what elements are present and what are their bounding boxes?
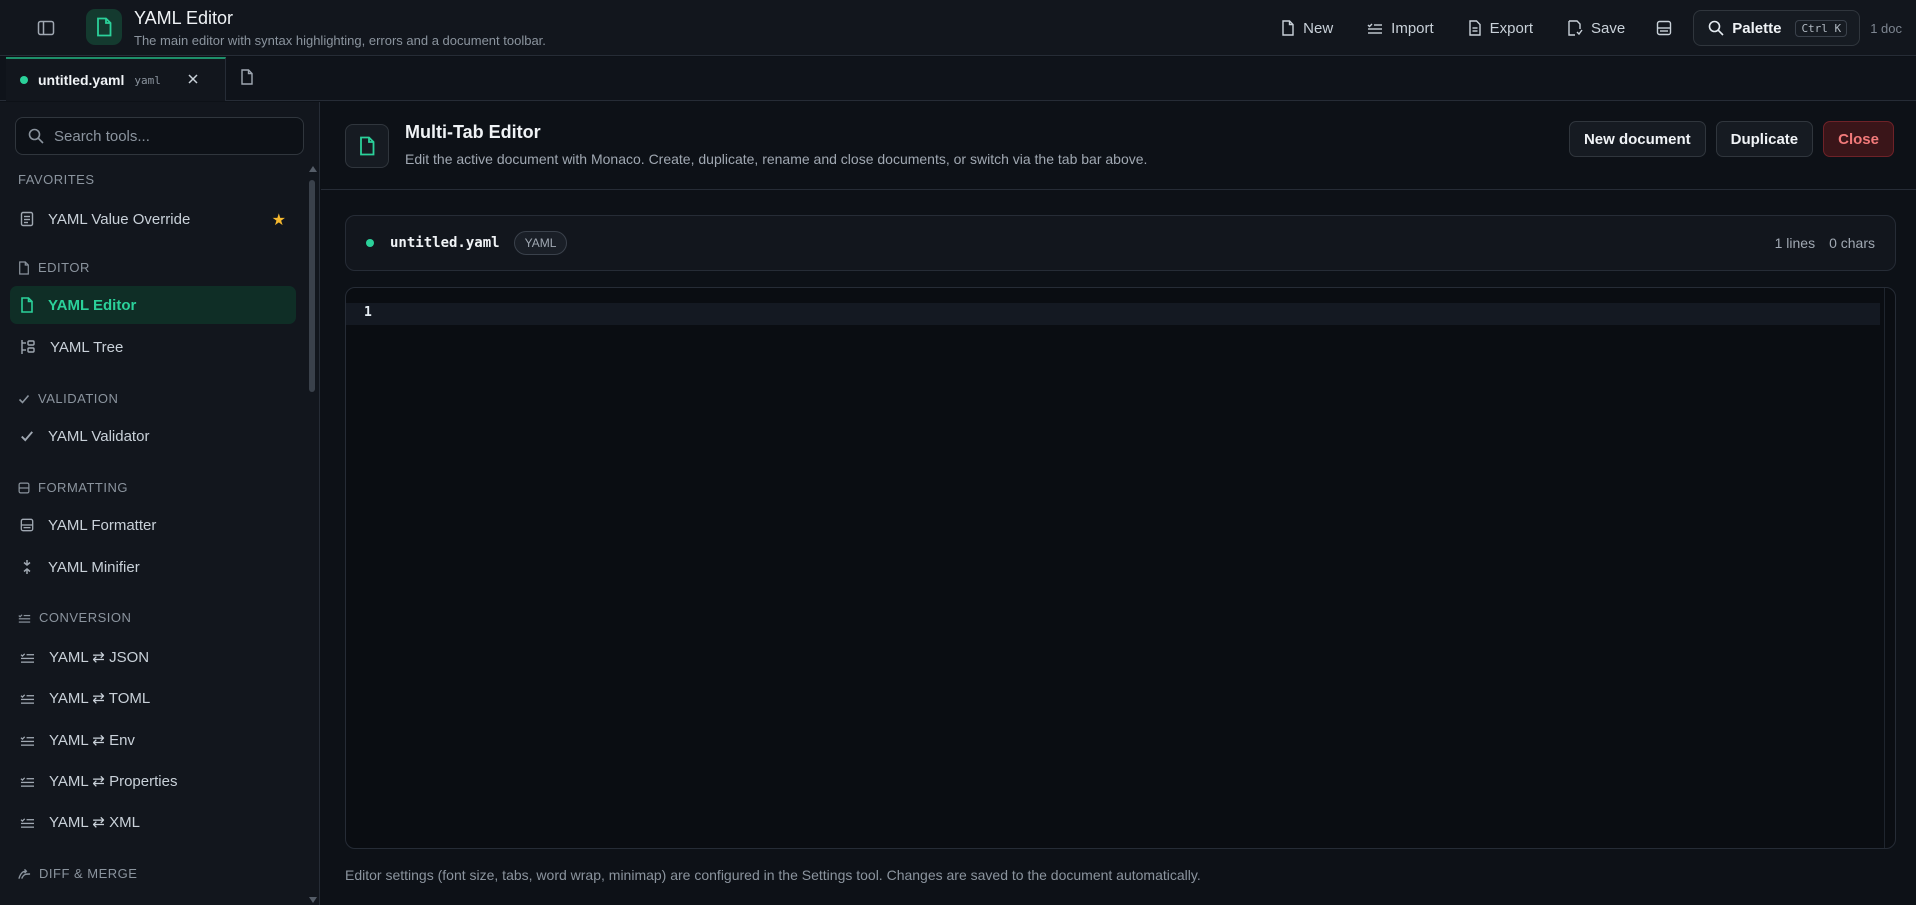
section-validation: VALIDATION <box>18 391 118 406</box>
list-check-icon <box>1367 23 1383 34</box>
sidebar-item-yaml-validator[interactable]: YAML Validator <box>10 417 296 455</box>
status-dot <box>366 239 374 247</box>
check-icon <box>21 431 33 442</box>
sidebar-item-yaml-json[interactable]: YAML ⇄ JSON <box>10 638 296 676</box>
list-check-icon <box>18 613 31 623</box>
app-logo-icon <box>86 9 122 45</box>
new-button[interactable]: New <box>1271 11 1343 45</box>
layout-icon <box>20 518 34 532</box>
sidebar-item-yaml-tree[interactable]: YAML Tree <box>10 328 296 366</box>
tool-header: Multi-Tab Editor Edit the active documen… <box>321 102 1916 190</box>
new-tab-file-icon[interactable] <box>240 69 260 89</box>
document-actions: New document Duplicate Close <box>1568 121 1894 157</box>
sidebar-item-yaml-toml[interactable]: YAML ⇄ TOML <box>10 679 296 717</box>
sidebar-item-yaml-xml[interactable]: YAML ⇄ XML <box>10 803 296 841</box>
document-stats: 1 lines 0 chars <box>1775 235 1875 251</box>
page-title: Multi-Tab Editor <box>405 122 541 142</box>
page-description: Edit the active document with Monaco. Cr… <box>405 151 1148 167</box>
document-info-bar: untitled.yaml YAML 1 lines 0 chars <box>345 215 1896 271</box>
section-diff-merge: DIFF & MERGE <box>18 866 137 881</box>
save-button[interactable]: Save <box>1557 11 1635 45</box>
layout-icon <box>18 482 30 493</box>
tool-search[interactable] <box>15 117 304 155</box>
settings-note: Editor settings (font size, tabs, word w… <box>345 867 1201 883</box>
duplicate-button[interactable]: Duplicate <box>1715 121 1814 157</box>
close-document-button[interactable]: Close <box>1823 121 1894 157</box>
sidebar-item-yaml-minifier[interactable]: YAML Minifier <box>10 548 296 586</box>
file-icon <box>21 297 33 313</box>
shortcut-hint: Ctrl K <box>1795 19 1848 37</box>
current-line-highlight <box>346 303 1880 325</box>
sidebar-item-yaml-value-override[interactable]: YAML Value Override ★ <box>10 200 296 238</box>
char-count: 0 chars <box>1829 235 1875 251</box>
new-document-button[interactable]: New document <box>1568 121 1706 157</box>
line-count: 1 lines <box>1774 235 1816 251</box>
search-icon <box>1708 20 1724 36</box>
list-check-icon <box>20 776 34 787</box>
scroll-up-arrow[interactable] <box>309 166 317 172</box>
file-text-icon <box>1468 20 1481 36</box>
app-subtitle: The main editor with syntax highlighting… <box>134 33 546 48</box>
main-panel: Multi-Tab Editor Edit the active documen… <box>321 102 1916 905</box>
command-palette-button[interactable]: Palette Ctrl K <box>1693 10 1861 46</box>
save-icon <box>1568 20 1583 36</box>
scroll-down-arrow[interactable] <box>309 897 317 903</box>
unsaved-dot <box>20 76 28 84</box>
sidebar-item-yaml-env[interactable]: YAML ⇄ Env <box>10 721 296 759</box>
top-actions: New Import Export Save Palette Ctrl K 1 … <box>1271 0 1916 56</box>
file-icon <box>1282 20 1294 36</box>
sidebar-toggle-icon[interactable] <box>34 16 58 40</box>
tab-language: yaml <box>134 73 161 87</box>
import-button[interactable]: Import <box>1357 11 1444 45</box>
document-name[interactable]: untitled.yaml <box>390 235 500 251</box>
layout-icon[interactable] <box>1649 13 1679 43</box>
sidebar-item-yaml-editor[interactable]: YAML Editor <box>10 286 296 324</box>
merge-icon <box>18 868 31 879</box>
language-badge: YAML <box>513 231 568 255</box>
sidebar-item-yaml-formatter[interactable]: YAML Formatter <box>10 506 296 544</box>
compress-icon <box>23 560 31 574</box>
editor-scrollbar[interactable] <box>1884 288 1885 848</box>
code-editor[interactable]: 1 <box>345 287 1896 849</box>
tree-icon <box>21 340 35 354</box>
sidebar: FAVORITES YAML Value Override ★ EDITOR Y… <box>0 102 320 905</box>
sidebar-scrollbar[interactable] <box>309 180 315 392</box>
section-favorites: FAVORITES <box>18 172 95 187</box>
line-number: 1 <box>364 305 372 320</box>
editor-file-icon <box>345 124 389 168</box>
close-tab-icon[interactable] <box>185 71 201 87</box>
section-editor: EDITOR <box>18 260 90 275</box>
document-tab-bar: untitled.yaml yaml <box>0 57 1916 101</box>
tab-label: untitled.yaml <box>38 72 125 88</box>
search-icon <box>28 128 44 144</box>
app-title: YAML Editor <box>134 8 234 28</box>
list-check-icon <box>20 735 34 746</box>
list-check-icon <box>20 693 34 704</box>
tab-untitled-yaml[interactable]: untitled.yaml yaml <box>6 57 226 101</box>
sidebar-item-yaml-properties[interactable]: YAML ⇄ Properties <box>10 762 296 800</box>
favorite-star-icon[interactable]: ★ <box>272 210 286 230</box>
search-input[interactable] <box>54 127 294 145</box>
export-button[interactable]: Export <box>1458 11 1543 45</box>
section-conversion: CONVERSION <box>18 610 131 625</box>
file-icon <box>19 260 29 275</box>
check-icon <box>18 394 30 404</box>
list-check-icon <box>20 817 34 828</box>
doc-count: 1 doc <box>1870 20 1902 36</box>
list-check-icon <box>20 652 34 663</box>
section-formatting: FORMATTING <box>18 480 128 495</box>
top-bar: YAML Editor The main editor with syntax … <box>0 0 1916 56</box>
document-list-icon <box>20 211 34 227</box>
